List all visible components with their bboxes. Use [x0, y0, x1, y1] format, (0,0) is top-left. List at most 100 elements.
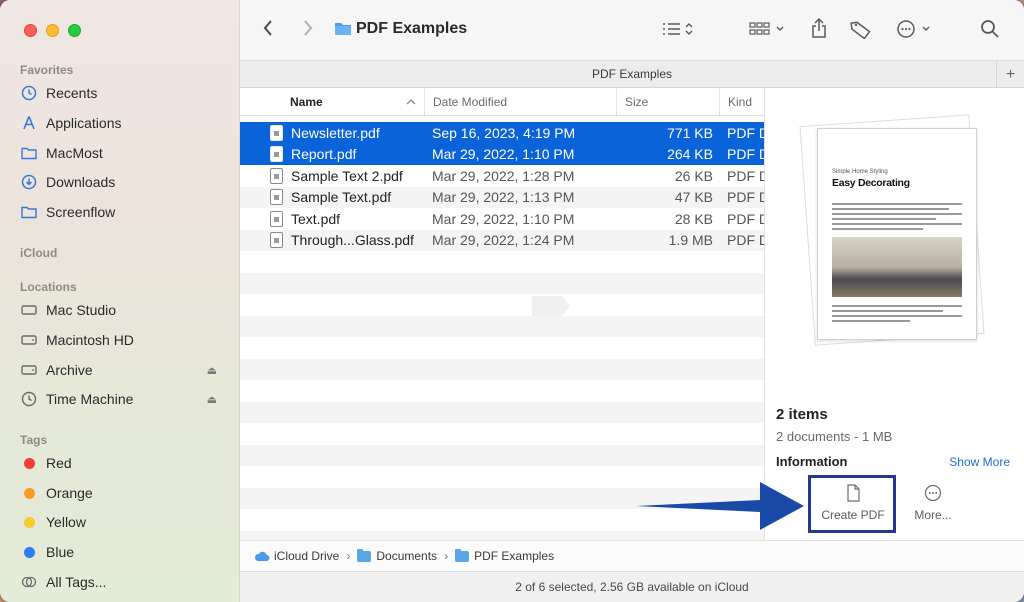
pdf-file-icon [270, 124, 283, 141]
view-options-button[interactable] [660, 20, 694, 38]
doc-text-lines [832, 305, 962, 325]
sidebar-item-label: Applications [46, 115, 122, 131]
back-button[interactable] [262, 18, 274, 38]
sidebar-item-label: Screenflow [46, 204, 116, 220]
folder-icon [357, 548, 372, 562]
search-button[interactable] [980, 19, 1000, 39]
sidebar-item-recents[interactable]: Recents [20, 81, 225, 105]
sort-ascending-icon [406, 99, 416, 105]
more-button[interactable]: More... [905, 484, 961, 522]
path-segment-pdf-examples[interactable]: PDF Examples [455, 548, 554, 563]
sidebar-section-locations: Locations [20, 280, 77, 294]
sidebar-item-macintosh-hd[interactable]: Macintosh HD [20, 328, 225, 352]
path-bar: iCloud Drive › Documents › PDF Examples [240, 540, 1024, 571]
disk-icon [20, 361, 38, 379]
sidebar-item-label: Orange [46, 485, 93, 501]
title-folder-icon [334, 20, 352, 36]
forward-button[interactable] [302, 18, 314, 38]
sidebar-item-label: Macintosh HD [46, 332, 134, 348]
column-header-name[interactable]: Name [290, 88, 420, 116]
sidebar-item-mac-studio[interactable]: Mac Studio [20, 298, 225, 322]
sidebar-item-label: Red [46, 455, 72, 471]
share-icon [812, 17, 826, 38]
table-row[interactable]: Sample Text 2.pdf Mar 29, 2022, 1:28 PM … [240, 165, 764, 187]
tab-pdf-examples[interactable]: PDF Examples [592, 67, 672, 81]
sidebar-section-icloud[interactable]: iCloud [20, 246, 57, 260]
computer-icon [20, 301, 38, 319]
eject-icon[interactable]: ⏏ [207, 393, 217, 406]
ellipsis-circle-icon [897, 20, 930, 38]
sidebar-tag-orange[interactable]: Orange [20, 481, 225, 505]
sidebar-item-time-machine[interactable]: Time Machine ⏏ [20, 387, 225, 411]
document-thumbnail: Simple Home Styling Easy Decorating [817, 128, 977, 340]
chevron-right-icon [304, 20, 313, 36]
close-button[interactable] [24, 24, 37, 37]
sidebar-item-label: Mac Studio [46, 302, 117, 318]
eject-icon[interactable]: ⏏ [207, 364, 217, 377]
empty-row [240, 423, 764, 445]
file-list: Name Date Modified Size Kind Newsletter.… [240, 88, 764, 540]
empty-row [240, 294, 764, 316]
sidebar-section-favorites: Favorites [20, 63, 74, 77]
column-header-date-modified[interactable]: Date Modified [424, 88, 616, 116]
more-actions-button[interactable] [896, 19, 936, 39]
zoom-button[interactable] [68, 24, 81, 37]
sidebar-tag-yellow[interactable]: Yellow [20, 510, 225, 534]
empty-row [240, 315, 764, 337]
tag-icon [850, 21, 871, 39]
search-icon [981, 20, 999, 38]
window-title: PDF Examples [356, 20, 468, 37]
window-controls [24, 24, 81, 37]
tab-bar: PDF Examples + [240, 60, 1024, 88]
table-row[interactable]: Report.pdf Mar 29, 2022, 1:10 PM 264 KB … [240, 143, 764, 165]
column-header-kind[interactable]: Kind [719, 88, 764, 116]
pdf-file-icon [270, 189, 283, 206]
path-separator-icon: › [444, 549, 449, 563]
sidebar-all-tags[interactable]: All Tags... [20, 570, 225, 594]
pdf-file-icon [270, 210, 283, 227]
path-segment-icloud-drive[interactable]: iCloud Drive [254, 549, 339, 563]
tag-blue-dot-icon [20, 543, 38, 561]
sidebar-item-archive[interactable]: Archive ⏏ [20, 358, 225, 382]
table-row[interactable]: Sample Text.pdf Mar 29, 2022, 1:13 PM 47… [240, 186, 764, 208]
sidebar-item-label: All Tags... [46, 574, 107, 590]
chevron-left-icon [263, 20, 272, 36]
table-row[interactable]: Text.pdf Mar 29, 2022, 1:10 PM 28 KB PDF… [240, 208, 764, 230]
sidebar-item-macmost[interactable]: MacMost [20, 141, 225, 165]
group-button[interactable] [748, 20, 788, 38]
path-separator-icon: › [346, 549, 351, 563]
sidebar-tag-blue[interactable]: Blue [20, 540, 225, 564]
table-row[interactable]: Through...Glass.pdf Mar 29, 2022, 1:24 P… [240, 229, 764, 251]
doc-photo [832, 237, 962, 297]
all-tags-icon [20, 573, 38, 591]
disk-icon [20, 331, 38, 349]
finder-window: Favorites Recents Applications MacMost D… [0, 0, 1024, 602]
sidebar-item-label: Recents [46, 85, 98, 101]
sidebar-item-applications[interactable]: Applications [20, 111, 225, 135]
share-button[interactable] [810, 17, 828, 39]
sidebar-item-screenflow[interactable]: Screenflow [20, 200, 225, 224]
sidebar-item-label: Yellow [46, 514, 86, 530]
status-bar: 2 of 6 selected, 2.56 GB available on iC… [240, 571, 1024, 602]
sidebar-item-label: Time Machine [46, 391, 134, 407]
show-more-link[interactable]: Show More [949, 455, 1010, 469]
new-tab-button[interactable]: + [996, 61, 1024, 88]
ellipsis-circle-icon [924, 484, 942, 502]
folder-icon [20, 144, 38, 162]
empty-row [240, 272, 764, 294]
minimize-button[interactable] [46, 24, 59, 37]
time-machine-icon [20, 390, 38, 408]
applications-icon [20, 114, 38, 132]
list-view-icon [663, 23, 693, 35]
toolbar: PDF Examples [240, 0, 1024, 60]
empty-row [240, 358, 764, 380]
sidebar-item-label: Downloads [46, 174, 116, 190]
folder-icon [20, 203, 38, 221]
column-header-size[interactable]: Size [616, 88, 720, 116]
sidebar-item-downloads[interactable]: Downloads [20, 170, 225, 194]
sidebar-tag-red[interactable]: Red [20, 451, 225, 475]
path-segment-documents[interactable]: Documents [357, 548, 437, 563]
doc-heading: Easy Decorating [832, 177, 910, 189]
tag-button[interactable] [850, 19, 872, 39]
table-row[interactable]: Newsletter.pdf Sep 16, 2023, 4:19 PM 771… [240, 122, 764, 144]
